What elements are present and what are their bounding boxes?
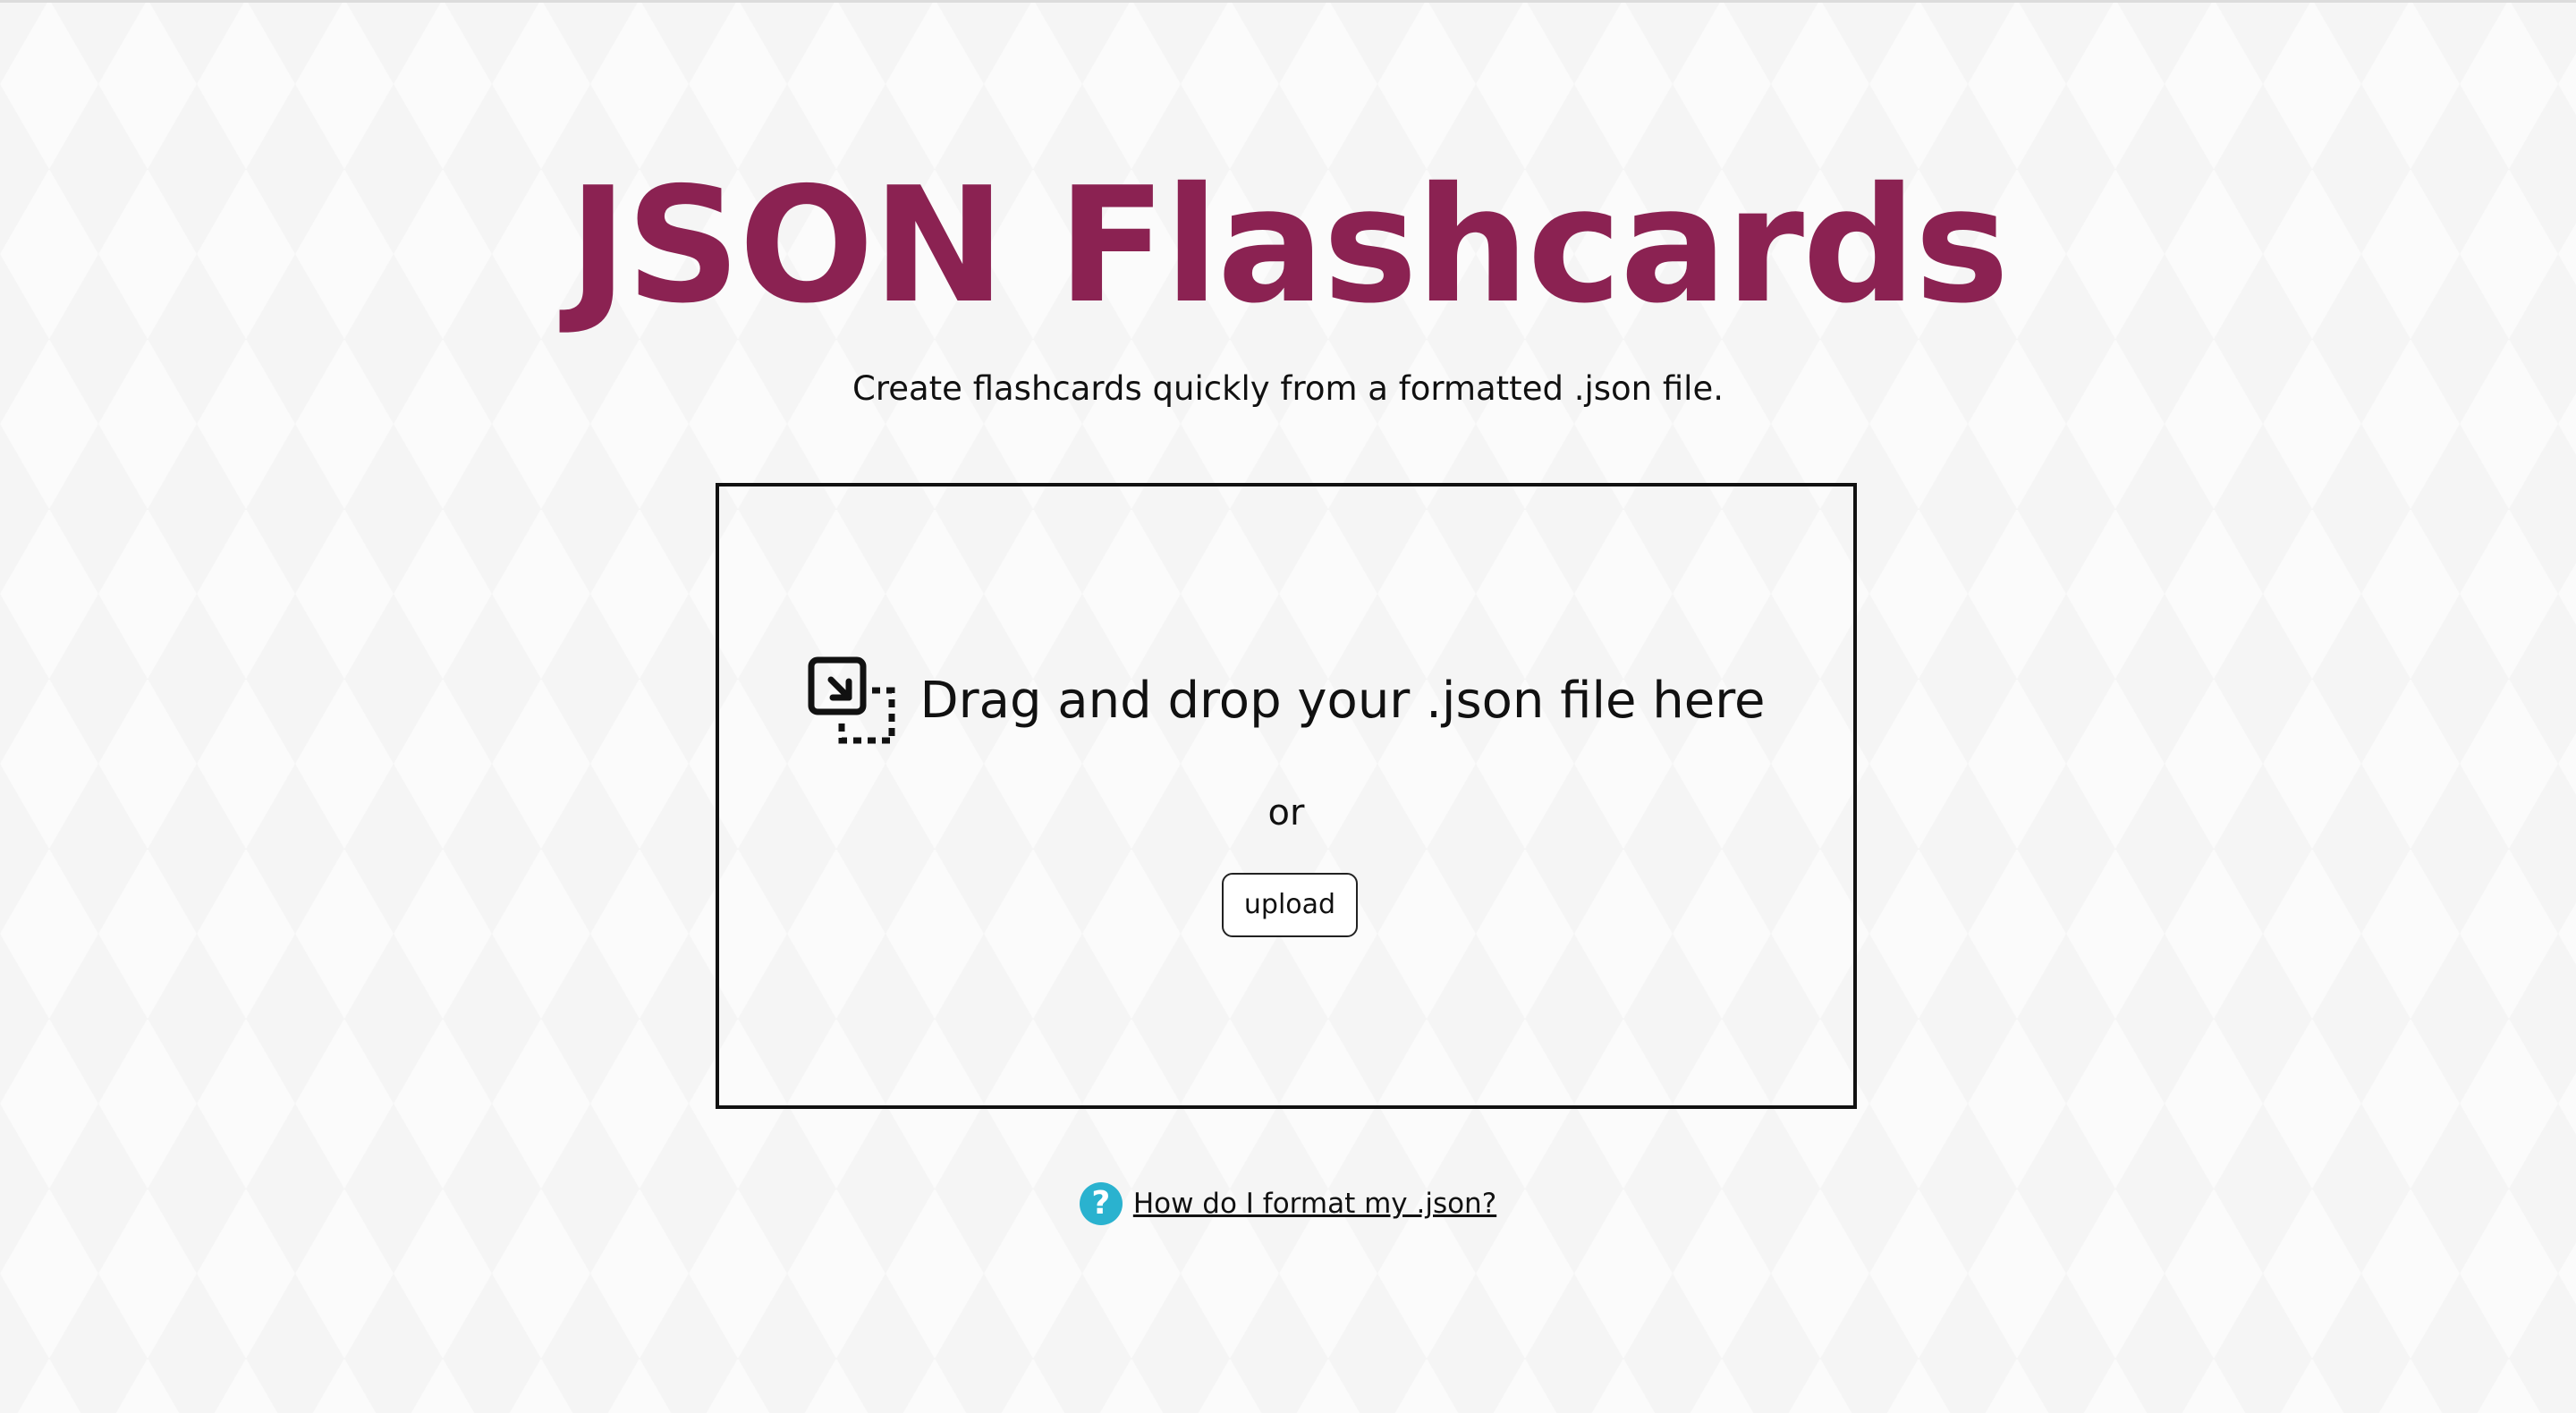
page-title: JSON Flashcards [568,153,2010,338]
upload-button[interactable]: upload [1222,873,1358,937]
format-help-link[interactable]: How do I format my .json? [1133,1182,1496,1225]
file-dropzone[interactable]: Drag and drop your .json file here or up… [716,483,1857,1109]
or-separator: or [1267,792,1305,833]
drag-drop-text: Drag and drop your .json file here [919,672,1766,730]
drag-drop-icon [808,656,894,744]
question-circle-icon[interactable]: ? [1079,1182,1123,1225]
page-subtitle: Create flashcards quickly from a formatt… [852,369,1724,408]
help-row: ? How do I format my .json? [0,1182,2576,1225]
drag-drop-row: Drag and drop your .json file here [719,656,1853,746]
page: JSON Flashcards Create flashcards quickl… [0,0,2576,1413]
